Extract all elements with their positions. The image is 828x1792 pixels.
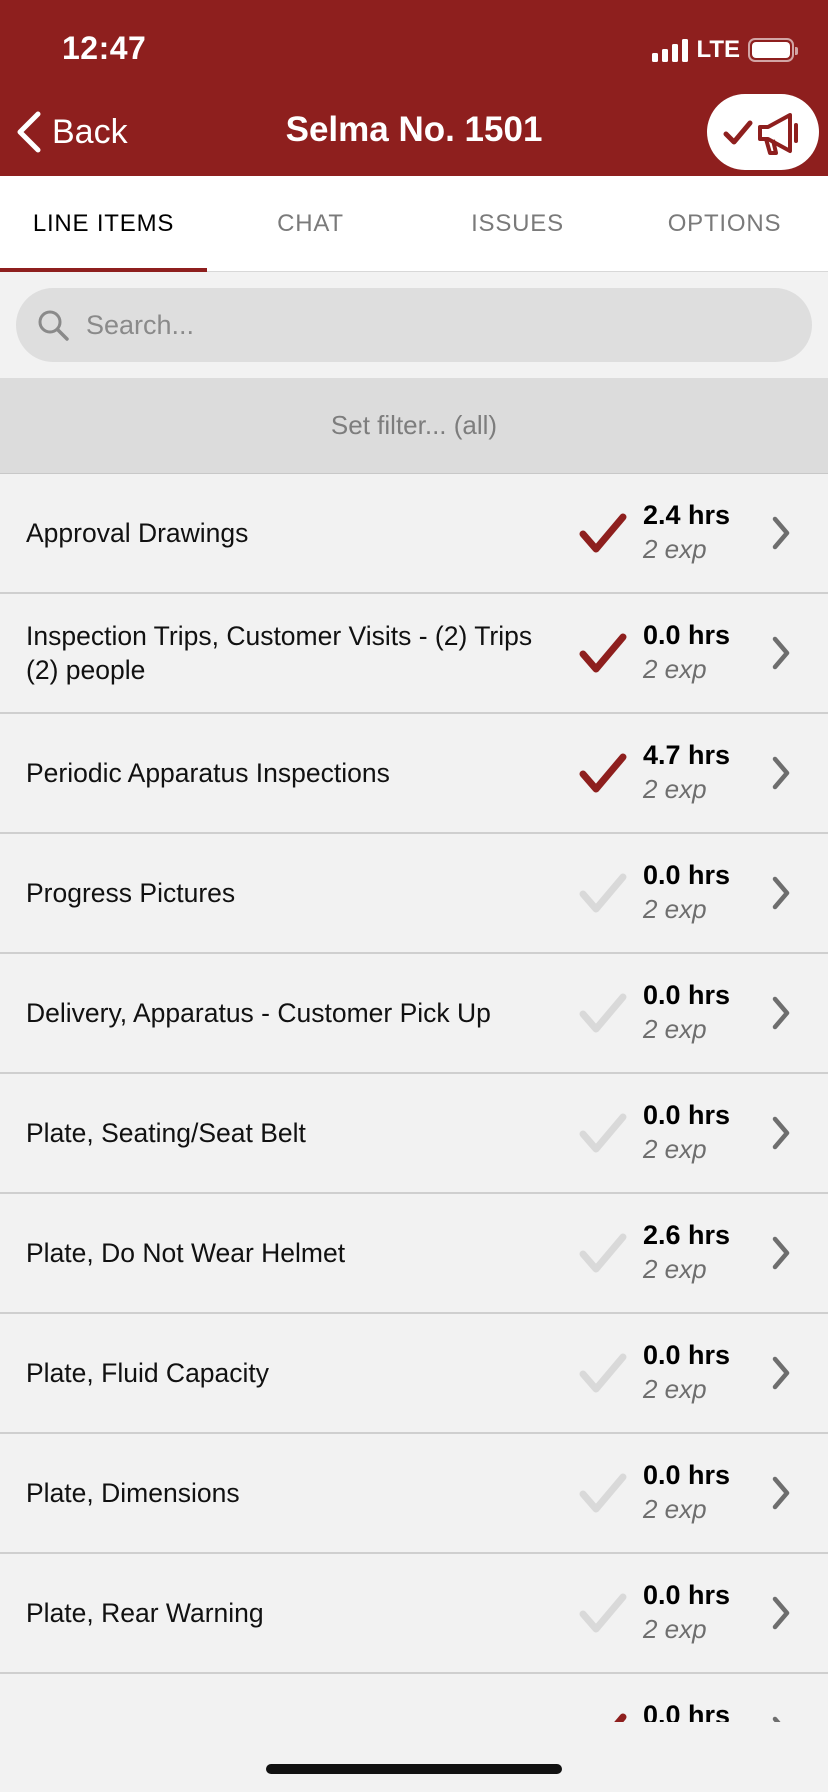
- search-icon: [38, 310, 69, 341]
- chevron-right-icon: [772, 756, 790, 790]
- line-items-list: Approval Drawings 2.4 hrs 2 exp Inspecti…: [0, 474, 828, 1722]
- line-item-exp: 2 exp: [643, 894, 707, 924]
- network-label: LTE: [696, 36, 740, 63]
- line-item-exp: 2 exp: [643, 1254, 707, 1284]
- chevron-right-icon: [772, 1356, 790, 1390]
- bottom-safe-area: [0, 1722, 828, 1792]
- line-item-exp: 2 exp: [643, 654, 707, 684]
- app-header: 12:47 LTE Back Selma No. 1501: [0, 0, 828, 176]
- chevron-right-icon: [772, 1596, 790, 1630]
- check-icon: [614, 1713, 627, 1722]
- line-item-exp: 2 exp: [643, 1494, 707, 1524]
- list-item[interactable]: Plate, Seating/Seat Belt 0.0 hrs 2 exp: [0, 1074, 828, 1194]
- line-item-hours: 2.6 hrs: [643, 1220, 731, 1250]
- line-item-label: Plate, Fluid Capacity: [26, 1358, 270, 1388]
- check-icon: [579, 753, 627, 793]
- line-item-label: Plate, Dimensions: [26, 1478, 240, 1508]
- list-item[interactable]: Plate, Dimensions 0.0 hrs 2 exp: [0, 1434, 828, 1554]
- line-item-hours: 0.0 hrs: [643, 860, 731, 890]
- tab-line-items[interactable]: LINE ITEMS: [0, 176, 207, 272]
- line-item-label: Inspection Trips, Customer Visits - (2) …: [26, 621, 533, 685]
- check-icon: [579, 513, 627, 553]
- line-item-hours: 0.0 hrs: [643, 1580, 731, 1610]
- list-item[interactable]: Delivery, Apparatus - Customer Pick Up 0…: [0, 954, 828, 1074]
- line-item-label: [26, 1674, 556, 1722]
- chevron-right-icon: [772, 876, 790, 910]
- search-box[interactable]: [16, 288, 812, 362]
- line-item-hours: 0.0 hrs: [643, 620, 731, 650]
- line-item-label: Progress Pictures: [26, 878, 236, 908]
- line-item-hours: 4.7 hrs: [643, 740, 731, 770]
- line-item-exp: 2 exp: [643, 1134, 707, 1164]
- check-icon: [579, 1113, 627, 1153]
- home-indicator[interactable]: [266, 1764, 562, 1774]
- line-item-exp: 2 exp: [643, 774, 707, 804]
- line-item-label: Plate, Rear Warning: [26, 1598, 264, 1628]
- chevron-right-icon: [772, 1476, 790, 1510]
- tab-options[interactable]: OPTIONS: [621, 176, 828, 271]
- line-item-label: Plate, Do Not Wear Helmet: [26, 1238, 346, 1268]
- tab-bar: LINE ITEMS CHAT ISSUES OPTIONS: [0, 176, 828, 272]
- list-item[interactable]: Progress Pictures 0.0 hrs 2 exp: [0, 834, 828, 954]
- list-item[interactable]: Inspection Trips, Customer Visits - (2) …: [0, 594, 828, 714]
- check-icon: [579, 1473, 627, 1513]
- list-item[interactable]: 0.0 hrs: [0, 1674, 828, 1722]
- chevron-right-icon: [772, 1716, 781, 1722]
- battery-icon: [748, 38, 798, 62]
- chevron-right-icon: [772, 996, 790, 1030]
- search-section: [0, 272, 828, 378]
- signal-icon: [652, 38, 689, 62]
- line-item-hours: 2.4 hrs: [643, 500, 731, 530]
- line-item-hours: 0.0 hrs: [643, 980, 731, 1010]
- list-item[interactable]: Periodic Apparatus Inspections 4.7 hrs 2…: [0, 714, 828, 834]
- chevron-right-icon: [772, 636, 790, 670]
- list-item[interactable]: Plate, Fluid Capacity 0.0 hrs 2 exp: [0, 1314, 828, 1434]
- line-item-exp: 2 exp: [643, 1374, 707, 1404]
- check-icon: [579, 633, 627, 673]
- line-item-hours: 0.0 hrs: [643, 1340, 731, 1370]
- status-time: 12:47: [62, 30, 147, 66]
- line-item-hours: 0.0 hrs: [643, 1700, 731, 1722]
- check-icon: [579, 873, 627, 913]
- chevron-right-icon: [772, 516, 790, 550]
- line-item-exp: 2 exp: [643, 1014, 707, 1044]
- approve-announce-button[interactable]: [707, 94, 819, 170]
- back-button[interactable]: Back: [14, 106, 128, 158]
- line-item-exp: 2 exp: [643, 534, 707, 564]
- line-item-hours: 0.0 hrs: [643, 1460, 731, 1490]
- check-megaphone-icon: [723, 113, 798, 155]
- check-icon: [579, 1353, 627, 1393]
- check-icon: [579, 1233, 627, 1273]
- tab-chat[interactable]: CHAT: [207, 176, 414, 271]
- check-icon: [579, 1593, 627, 1633]
- chevron-right-icon: [772, 1116, 790, 1150]
- list-item[interactable]: Plate, Do Not Wear Helmet 2.6 hrs 2 exp: [0, 1194, 828, 1314]
- chevron-left-icon: [17, 111, 41, 153]
- chevron-right-icon: [772, 1236, 790, 1270]
- check-icon: [579, 993, 627, 1033]
- line-item-hours: 0.0 hrs: [643, 1100, 731, 1130]
- line-item-label: Periodic Apparatus Inspections: [26, 758, 390, 788]
- list-item[interactable]: Approval Drawings 2.4 hrs 2 exp: [0, 474, 828, 594]
- line-item-label: Delivery, Apparatus - Customer Pick Up: [26, 998, 491, 1028]
- tab-issues[interactable]: ISSUES: [414, 176, 621, 271]
- line-item-label: Plate, Seating/Seat Belt: [26, 1118, 306, 1148]
- status-icons: LTE: [652, 36, 798, 64]
- line-item-exp: 2 exp: [643, 1614, 707, 1644]
- back-label: Back: [52, 112, 128, 151]
- list-item[interactable]: Plate, Rear Warning 0.0 hrs 2 exp: [0, 1554, 828, 1674]
- line-item-label: Approval Drawings: [26, 518, 249, 548]
- search-input[interactable]: [86, 309, 786, 341]
- filter-button[interactable]: Set filter... (all): [0, 378, 828, 474]
